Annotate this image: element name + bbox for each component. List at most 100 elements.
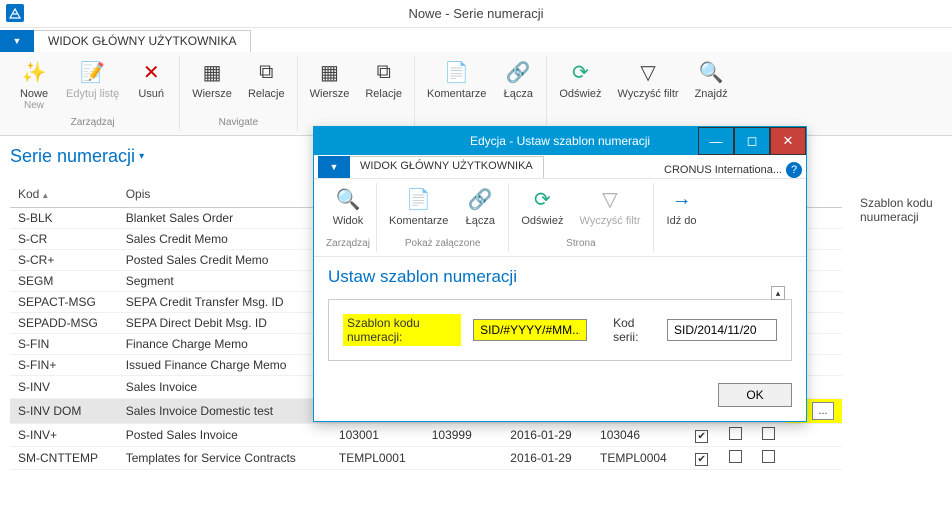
dlg-group-manage: 🔍 Widok Zarządzaj	[320, 183, 377, 252]
relations2-button[interactable]: ⧉ Relacje	[359, 56, 408, 102]
dlg-comments-label: Komentarze	[389, 215, 448, 227]
lines-label: Wiersze	[192, 88, 232, 100]
clear-filter-icon: ▽	[634, 58, 662, 86]
clear-filter-button[interactable]: ▽ Wyczyść filtr	[612, 56, 685, 102]
dlg-refresh-icon: ⟳	[528, 185, 556, 213]
new-sublabel: New	[24, 100, 44, 111]
lines-icon: ▦	[198, 58, 226, 86]
collapse-toggle[interactable]: ▴	[771, 286, 785, 300]
checkbox[interactable]	[762, 427, 775, 440]
dialog-tabbar: ▼ WIDOK GŁÓWNY UŻYTKOWNIKA CRONUS Intern…	[314, 155, 806, 179]
dialog-tab-main[interactable]: WIDOK GŁÓWNY UŻYTKOWNIKA	[350, 156, 544, 178]
new-label: Nowe	[20, 88, 48, 100]
dlg-comments-icon: 📄	[405, 185, 433, 213]
col-opis[interactable]: Opis	[118, 181, 331, 208]
relations-icon: ⧉	[252, 58, 280, 86]
ribbon-group-page: ⟳ Odśwież ▽ Wyczyść filtr 🔍 Znajdź	[547, 56, 739, 131]
checkbox[interactable]: ✔	[695, 430, 708, 443]
dlg-links-button[interactable]: 🔗 Łącza	[458, 183, 502, 229]
dialog-body: Ustaw szablon numeracji ▴ Szablon kodu n…	[314, 257, 806, 375]
ellipsis-button[interactable]: ...	[812, 402, 834, 420]
dialog-ribbon: 🔍 Widok Zarządzaj 📄 Komentarze 🔗 Łącza P…	[314, 179, 806, 257]
find-button[interactable]: 🔍 Znajdź	[689, 56, 734, 102]
refresh-icon: ⟳	[566, 58, 594, 86]
links-label: Łącza	[504, 88, 533, 100]
tab-main-view[interactable]: WIDOK GŁÓWNY UŻYTKOWNIKA	[34, 30, 251, 52]
links-icon: 🔗	[504, 58, 532, 86]
dlg-group-attach: 📄 Komentarze 🔗 Łącza Pokaż załączone	[377, 183, 509, 252]
main-tabbar: ▼ WIDOK GŁÓWNY UŻYTKOWNIKA	[0, 28, 952, 52]
view-icon: 🔍	[334, 185, 362, 213]
delete-button[interactable]: ✕ Usuń	[129, 56, 173, 102]
dialog-company: CRONUS Internationa... ?	[664, 162, 806, 178]
dlg-page-label: Strona	[566, 238, 595, 252]
dlg-attach-label: Pokaż załączone	[405, 238, 481, 252]
delete-label: Usuń	[138, 88, 164, 100]
new-icon: ✨	[20, 58, 48, 86]
col-kod[interactable]: Kod▲	[10, 181, 118, 208]
clear-filter-label: Wyczyść filtr	[618, 88, 679, 100]
lines2-label: Wiersze	[310, 88, 350, 100]
dialog-close[interactable]: ✕	[770, 127, 806, 155]
company-name: CRONUS Internationa...	[664, 164, 782, 176]
dialog-menu-button[interactable]: ▼	[318, 156, 350, 178]
refresh-button[interactable]: ⟳ Odśwież	[553, 56, 607, 102]
checkbox[interactable]	[729, 450, 742, 463]
view-label: Widok	[333, 215, 364, 227]
table-row[interactable]: S-INV+Posted Sales Invoice10300110399920…	[10, 424, 842, 447]
side-label: Szablon kodu nuumeracji	[852, 136, 952, 521]
dialog-section-title: Ustaw szablon numeracji	[328, 267, 792, 287]
template-code-input[interactable]	[473, 319, 587, 341]
new-button[interactable]: ✨ Nowe New	[12, 56, 56, 113]
view-button[interactable]: 🔍 Widok	[326, 183, 370, 229]
ribbon-group-navigate: ▦ Wiersze ⧉ Relacje Navigate	[180, 56, 297, 131]
relations2-label: Relacje	[365, 88, 402, 100]
ribbon-group-attach: 📄 Komentarze 🔗 Łącza	[415, 56, 547, 131]
lines-button[interactable]: ▦ Wiersze	[186, 56, 238, 102]
dlg-manage-label: Zarządzaj	[326, 238, 370, 252]
edit-label: Edytuj listę	[66, 88, 119, 100]
dlg-clear-filter-label: Wyczyść filtr	[580, 215, 641, 227]
checkbox[interactable]	[729, 427, 742, 440]
sort-icon: ▲	[41, 191, 49, 200]
edit-icon: 📝	[79, 58, 107, 86]
dlg-refresh-label: Odśwież	[521, 215, 563, 227]
dlg-clear-filter-button: ▽ Wyczyść filtr	[574, 183, 647, 229]
dlg-comments-button[interactable]: 📄 Komentarze	[383, 183, 454, 229]
dialog: Edycja - Ustaw szablon numeracji — ◻ ✕ ▼…	[313, 126, 807, 422]
help-icon[interactable]: ?	[786, 162, 802, 178]
dialog-minimize[interactable]: —	[698, 127, 734, 155]
app-logo	[6, 4, 24, 22]
find-icon: 🔍	[697, 58, 725, 86]
dlg-group-page: ⟳ Odśwież ▽ Wyczyść filtr Strona	[509, 183, 653, 252]
series-code-input[interactable]	[667, 319, 777, 341]
ribbon-group-3: ▦ Wiersze ⧉ Relacje	[298, 56, 415, 131]
dlg-group-goto: → Idź do	[654, 183, 710, 252]
app-menu-button[interactable]: ▼	[0, 30, 34, 52]
relations-button[interactable]: ⧉ Relacje	[242, 56, 291, 102]
ribbon: ✨ Nowe New 📝 Edytuj listę ✕ Usuń Zarządz…	[0, 52, 952, 136]
links-button[interactable]: 🔗 Łącza	[496, 56, 540, 102]
goto-icon: →	[668, 185, 696, 213]
dialog-maximize[interactable]: ◻	[734, 127, 770, 155]
window-title: Nowe - Serie numeracji	[408, 6, 543, 21]
dialog-titlebar[interactable]: Edycja - Ustaw szablon numeracji — ◻ ✕	[314, 127, 806, 155]
series-code-label: Kod serii:	[613, 316, 655, 344]
goto-button[interactable]: → Idź do	[660, 183, 704, 229]
lines2-button[interactable]: ▦ Wiersze	[304, 56, 356, 102]
checkbox[interactable]	[762, 450, 775, 463]
group-manage-label: Zarządzaj	[71, 117, 115, 131]
edit-list-button: 📝 Edytuj listę	[60, 56, 125, 102]
dialog-form: ▴ Szablon kodu numeracji: Kod serii:	[328, 299, 792, 361]
relations-label: Relacje	[248, 88, 285, 100]
comments-button[interactable]: 📄 Komentarze	[421, 56, 492, 102]
dlg-clear-filter-icon: ▽	[596, 185, 624, 213]
table-row[interactable]: SM-CNTTEMPTemplates for Service Contract…	[10, 447, 842, 470]
dlg-refresh-button[interactable]: ⟳ Odśwież	[515, 183, 569, 229]
find-label: Znajdź	[695, 88, 728, 100]
ok-button[interactable]: OK	[718, 383, 792, 407]
checkbox[interactable]: ✔	[695, 453, 708, 466]
dlg-links-icon: 🔗	[466, 185, 494, 213]
chevron-down-icon: ▾	[139, 151, 144, 162]
group-navigate-label: Navigate	[219, 117, 258, 131]
